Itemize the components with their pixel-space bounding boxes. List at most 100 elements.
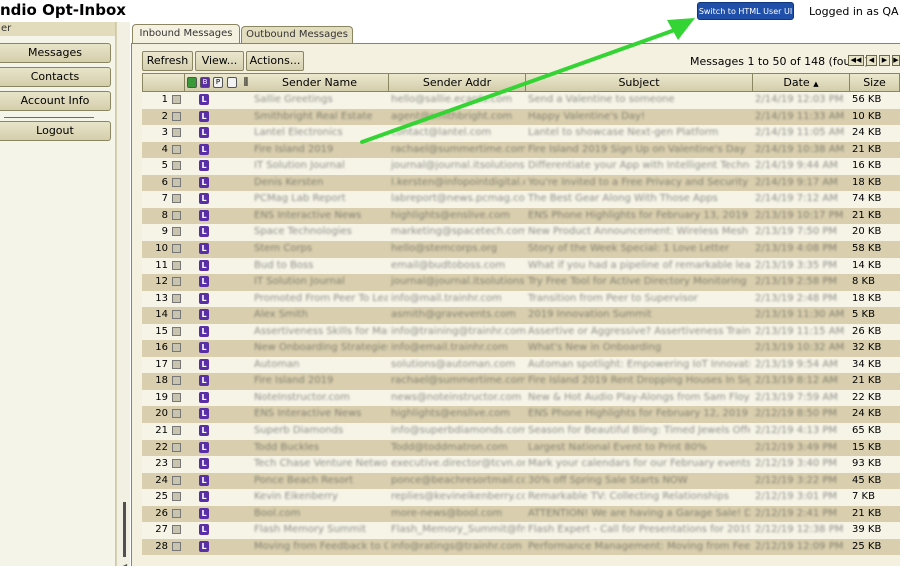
table-row[interactable]: 14 L Alex Smith asmith@gravevents.com 2019 I… [142,307,900,324]
subject[interactable]: 30% off Spring Sale Starts NOW [528,473,750,489]
subject[interactable]: Mark your calendars for our February eve… [528,456,750,472]
subject[interactable]: Season for Beautiful Bling: Timed Jewels… [528,423,750,439]
subject[interactable]: Largest National Event to Print 80% [528,440,750,456]
table-row[interactable]: 8 L ENS Interactive News highlights@enslive… [142,207,900,225]
table-row[interactable]: 22 L Todd Buckles Todd@toddmatron.com Larges… [142,439,900,457]
table-row[interactable]: 17 L Automan solutions@automan.com Automan s… [142,356,900,374]
row-checkbox[interactable] [172,95,181,104]
table-row[interactable]: 9 L Space Technologies marketing@spacetech.… [142,224,900,241]
table-row[interactable]: 26 L Bool.com more-news@bool.com ATTENTION! … [142,505,900,523]
row-checkbox[interactable] [172,227,181,237]
row-checkbox[interactable] [172,128,181,138]
row-checkbox[interactable] [172,525,181,535]
subject[interactable]: ENS Phone Highlights for February 13, 20… [528,208,750,224]
sidebar-item-contacts[interactable]: Contacts [0,67,111,87]
paperclip-icon[interactable]: ǁ [241,77,251,88]
row-checkbox[interactable] [172,310,181,320]
row-checkbox[interactable] [172,459,181,469]
row-checkbox[interactable] [172,475,181,485]
b-header-icon[interactable]: B [200,77,210,88]
table-row[interactable]: 25 L Kevin Eikenberry replies@kevineikenber… [142,489,900,506]
col-size[interactable]: Size [850,74,899,91]
subject[interactable]: Send a Valentine to someone [528,92,750,108]
scroll-thumb[interactable] [123,502,126,557]
table-row[interactable]: 18 L Fire Island 2019 rachael@summertime.co… [142,373,900,390]
switch-html-ui-button[interactable]: Switch to HTML User UI [697,2,794,20]
table-row[interactable]: 11 L Bud to Boss email@budtoboss.com What if… [142,257,900,275]
row-checkbox[interactable] [172,392,181,402]
table-row[interactable]: 27 L Flash Memory Summit Flash_Memory_Summi… [142,522,900,539]
row-checkbox[interactable] [172,161,181,171]
refresh-button[interactable]: Refresh [142,51,193,71]
table-row[interactable]: 4 L Fire Island 2019 rachael@summertime.com… [142,141,900,159]
table-row[interactable]: 3 L Lantel Electronics contact@lantel.com La… [142,125,900,142]
row-checkbox[interactable] [172,376,181,386]
table-row[interactable]: 24 L Ponce Beach Resort ponce@beachresortma… [142,472,900,490]
table-row[interactable]: 6 L Denis Kersten l.kersten@infopointdigita… [142,174,900,192]
row-checkbox[interactable] [172,326,181,336]
table-row[interactable]: 28 L Moving from Feedback to Coachinginfo@… [142,538,900,556]
table-row[interactable]: 1 L Sallie Greetings hello@sallie.ecards.co… [142,92,900,109]
prev-page-icon[interactable]: ◀ [866,55,877,66]
table-row[interactable]: 19 L NoteInstructor.com news@noteinstructor… [142,389,900,407]
subject[interactable]: Happy Valentine's Day! [528,109,750,125]
sidebar-item-account-info[interactable]: Account Info [0,91,111,111]
subject[interactable]: What's New in Onboarding [528,340,750,356]
table-row[interactable]: 2 L Smithbright Real Estate agent@smithbrig… [142,108,900,126]
subject[interactable]: Automan spotlight: Empowering IoT Innova… [528,357,750,373]
subject[interactable]: Transition from Peer to Supervisor [528,291,750,307]
row-checkbox[interactable] [172,293,181,303]
row-checkbox[interactable] [172,243,181,253]
sidebar-item-messages[interactable]: Messages [0,43,111,63]
subject[interactable]: Lantel to showcase Next-gen Platform [528,125,750,141]
table-row[interactable]: 5 L IT Solution Journal journal@journal.its… [142,158,900,175]
table-row[interactable]: 20 L ENS Interactive News highlights@ensliv… [142,406,900,424]
row-checkbox[interactable] [172,409,181,419]
p-header-icon[interactable]: P [213,77,223,88]
row-checkbox[interactable] [172,260,181,270]
tab-outbound-messages[interactable]: Outbound Messages [241,26,353,43]
actions-button[interactable]: Actions... [246,51,304,71]
tab-inbound-messages[interactable]: Inbound Messages [132,24,240,43]
sidebar-item-logout[interactable]: Logout [0,121,111,141]
table-row[interactable]: 13 L Promoted From Peer To Lead info@mail.t… [142,290,900,308]
status-header-icon[interactable] [187,77,197,88]
col-date[interactable]: Date ▲ [753,74,850,91]
row-checkbox[interactable] [172,177,181,187]
subject[interactable]: Story of the Week Special: 1 Love Letter [528,241,750,257]
subject[interactable]: Fire Island 2019 Rent Dropping Houses In… [528,373,750,389]
subject[interactable]: What if you had a pipeline of remarkable… [528,258,750,274]
table-row[interactable]: 16 L New Onboarding Strategies info@email.t… [142,340,900,357]
row-checkbox[interactable] [172,426,181,435]
subject[interactable]: You're Invited to a Free Privacy and Sec… [528,175,750,191]
scroll-left-icon[interactable]: ◀ [121,562,127,566]
subject[interactable]: Fire Island 2019 Sign Up on Valentine's … [528,142,750,158]
col-sender-name[interactable]: Sender Name [251,74,389,91]
subject[interactable]: New & Hot Audio Play-Alongs from Sam Flo… [528,390,750,406]
row-checkbox[interactable] [172,277,181,287]
last-page-icon[interactable]: ▶ [892,55,900,66]
attachment-header-icon[interactable] [227,77,237,88]
col-sender-addr[interactable]: Sender Addr [389,74,526,91]
subject[interactable]: Assertive or Aggressive? Assertiveness T… [528,324,750,340]
row-checkbox[interactable] [172,194,181,204]
row-checkbox[interactable] [172,541,181,551]
col-subject[interactable]: Subject [526,74,753,91]
first-page-icon[interactable]: ◀◀ [848,55,864,66]
row-checkbox[interactable] [172,508,181,518]
row-checkbox[interactable] [172,144,181,154]
subject[interactable]: New Product Announcement: Wireless Mesh … [528,224,750,240]
subject[interactable]: Performance Management: Moving from Feed… [528,539,750,555]
row-checkbox[interactable] [172,442,181,452]
table-row[interactable]: 7 L PCMag Lab Report labreport@news.pcmag.c… [142,191,900,208]
row-checkbox[interactable] [172,210,181,220]
table-row[interactable]: 23 L Tech Chase Venture Network executive.d… [142,456,900,473]
table-row[interactable]: 10 L Stem Corps hello@stemcorps.org Story of… [142,240,900,258]
row-checkbox[interactable] [172,343,181,353]
subject[interactable]: Flash Expert - Call for Presentations fo… [528,522,750,538]
subject[interactable]: Remarkable TV: Collecting Relationships [528,489,750,505]
subject[interactable]: 2019 Innovation Summit [528,307,750,323]
sidebar-scrollbar[interactable]: ◀ [116,22,130,566]
subject[interactable]: Try Free Tool for Active Directory Monit… [528,274,750,290]
subject[interactable]: ENS Phone Highlights for February 12, 20… [528,406,750,422]
